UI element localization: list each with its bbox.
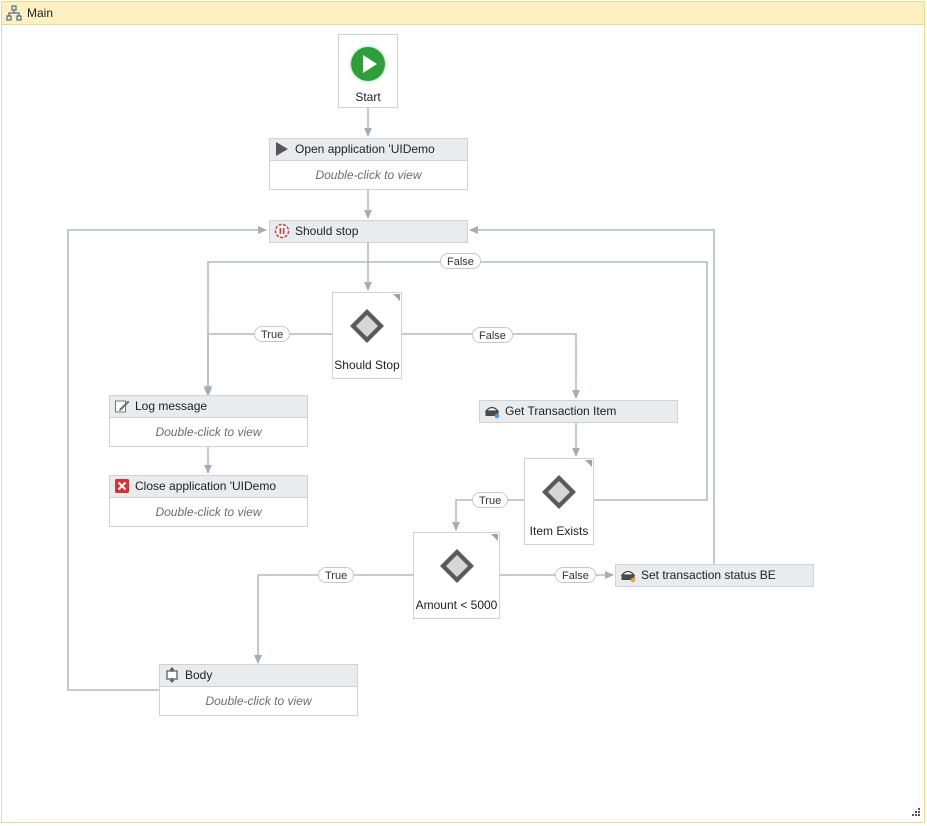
activity-title: Body: [185, 668, 213, 682]
invoke-workflow-icon: [166, 667, 178, 683]
decision-item-exists[interactable]: Item Exists: [524, 458, 594, 545]
edge-amount-true: [254, 574, 413, 664]
edge-shouldstop-true: [204, 333, 332, 395]
decision-label: Amount < 5000: [415, 598, 498, 612]
resize-grip-icon[interactable]: [909, 807, 921, 819]
close-app-icon: [115, 479, 129, 493]
edge-label-false: False: [472, 327, 513, 343]
edge-label-false-loop: False: [440, 253, 481, 269]
activity-hint: Double-click to view: [205, 694, 312, 708]
activity-hint: Double-click to view: [155, 425, 262, 439]
start-label: Start: [355, 90, 381, 104]
activity-title: Should stop: [295, 224, 359, 238]
activity-hint: Double-click to view: [315, 168, 422, 182]
edge-label-item-true: True: [472, 492, 509, 508]
activity-hint: Double-click to view: [155, 505, 262, 519]
activity-close-application[interactable]: Close application 'UIDemo Double-click t…: [109, 475, 308, 527]
queue-get-icon: [484, 406, 500, 419]
edge-label-amount-false: False: [555, 567, 596, 583]
decision-label: Item Exists: [529, 524, 589, 538]
decision-diamond-icon: [439, 549, 474, 583]
activity-title: Set transaction status BE: [641, 568, 776, 582]
play-sequence-icon: [276, 142, 288, 156]
activity-set-transaction-status[interactable]: Set transaction status BE: [615, 564, 814, 587]
decision-should-stop[interactable]: Should Stop: [332, 292, 402, 379]
activity-open-application[interactable]: Open application 'UIDemo Double-click to…: [269, 138, 468, 190]
activity-title: Log message: [135, 399, 208, 413]
log-pencil-icon: [115, 400, 130, 413]
edge-body-to-shouldstop: [67, 226, 267, 691]
decision-label: Should Stop: [334, 358, 400, 372]
activity-log-message[interactable]: Log message Double-click to view: [109, 395, 308, 447]
activity-get-transaction-item[interactable]: Get Transaction Item: [479, 400, 678, 423]
edge-itemexists-false-loop: [204, 261, 708, 501]
activity-should-stop[interactable]: Should stop: [269, 220, 468, 243]
activity-title: Close application 'UIDemo: [135, 479, 277, 493]
edge-label-amount-true: True: [318, 567, 355, 583]
corner-marker: [491, 534, 498, 541]
decision-diamond-icon: [542, 475, 576, 509]
queue-set-icon: [620, 570, 636, 583]
corner-marker: [393, 294, 400, 301]
edge-label-true: True: [254, 326, 291, 342]
should-stop-icon: [274, 223, 290, 239]
activity-title: Get Transaction Item: [505, 404, 617, 418]
corner-marker: [585, 460, 592, 467]
start-play-icon: [349, 45, 387, 83]
activity-body[interactable]: Body Double-click to view: [159, 664, 358, 716]
decision-diamond-icon: [350, 309, 384, 343]
start-node[interactable]: Start: [338, 34, 398, 108]
activity-title: Open application 'UIDemo: [295, 142, 435, 156]
decision-amount-check[interactable]: Amount < 5000: [413, 532, 500, 619]
